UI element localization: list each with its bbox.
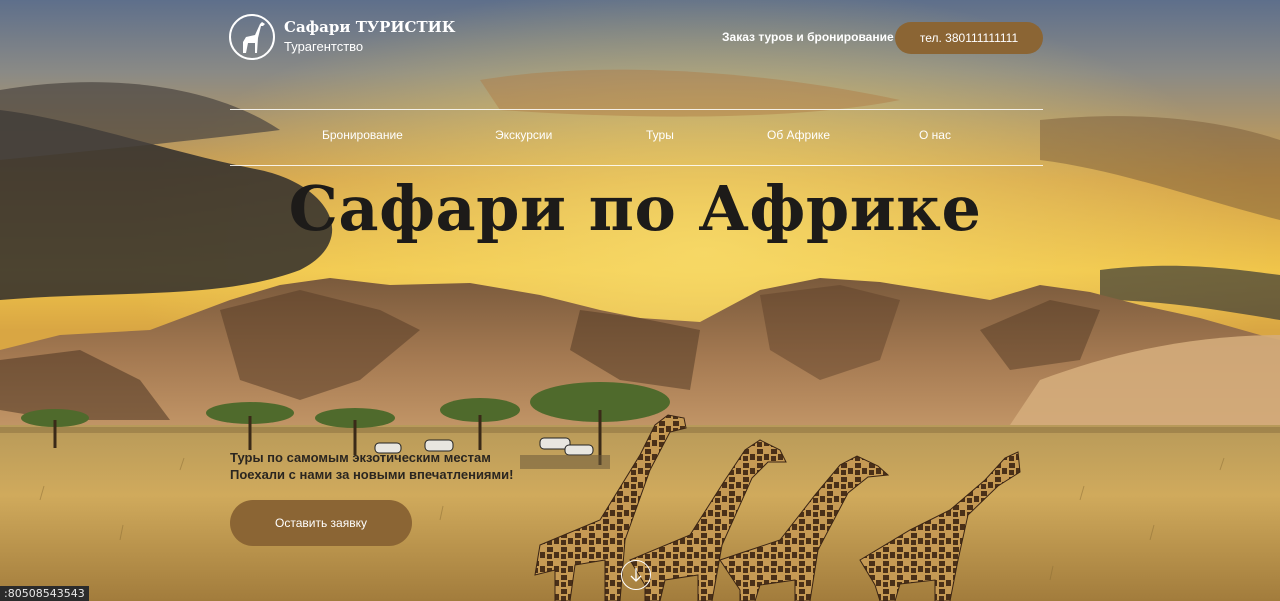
brand-name: Сафари ТУРИСТИК bbox=[284, 18, 456, 36]
booking-link[interactable]: Заказ туров и бронирование bbox=[722, 30, 894, 44]
hero-section: Сафари ТУРИСТИК Турагентство Заказ туров… bbox=[0, 0, 1280, 601]
nav-item-about-us[interactable]: О нас bbox=[919, 128, 951, 142]
tagline-line-1: Туры по самомым экзотическим местам bbox=[230, 450, 491, 465]
arrow-down-icon[interactable] bbox=[621, 560, 651, 590]
nav-divider-top bbox=[230, 109, 1043, 110]
status-bar-url: :80508543543 bbox=[0, 586, 89, 601]
brand-logo[interactable]: Сафари ТУРИСТИК Турагентство bbox=[229, 14, 455, 60]
hero-tagline: Туры по самомым экзотическим местам Поех… bbox=[230, 449, 513, 483]
main-nav: Бронирование Экскурсии Туры Об Африке О … bbox=[230, 128, 1043, 148]
leave-request-button[interactable]: Оставить заявку bbox=[230, 500, 412, 546]
nav-item-tours[interactable]: Туры bbox=[646, 128, 674, 142]
nav-item-about-africa[interactable]: Об Африке bbox=[767, 128, 830, 142]
nav-item-booking[interactable]: Бронирование bbox=[322, 128, 403, 142]
brand-subtitle: Турагентство bbox=[284, 39, 364, 54]
safari-background-image bbox=[0, 0, 1280, 601]
hero-title: Сафари по Африке bbox=[288, 172, 982, 245]
phone-button[interactable]: тел. 380111111111 bbox=[895, 22, 1043, 54]
nav-divider-bottom bbox=[230, 165, 1043, 166]
tagline-line-2: Поехали с нами за новыми впечатлениями! bbox=[230, 467, 514, 482]
giraffe-icon bbox=[229, 14, 275, 60]
nav-item-excursions[interactable]: Экскурсии bbox=[495, 128, 552, 142]
